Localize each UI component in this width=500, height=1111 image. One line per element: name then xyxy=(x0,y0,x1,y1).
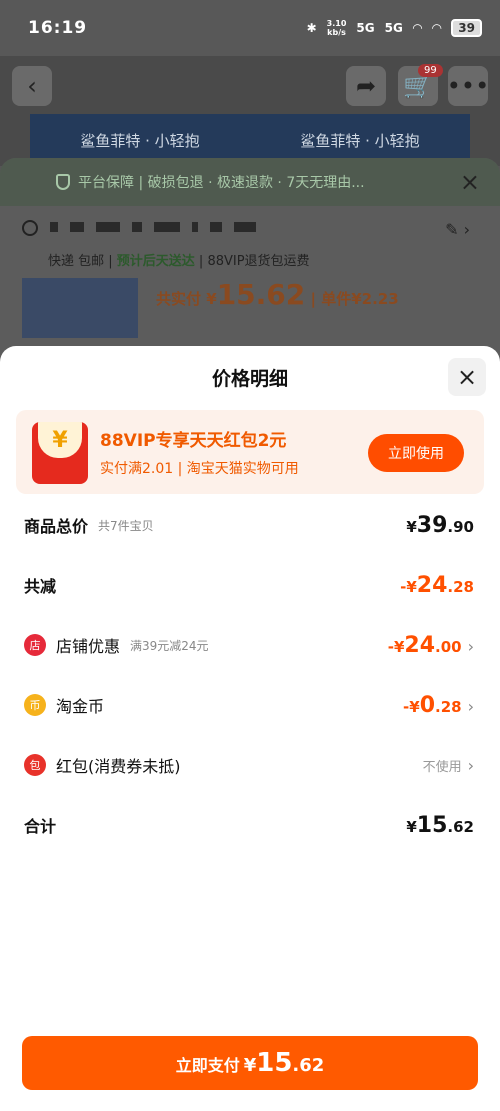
store-discount-label: 店铺优惠 xyxy=(56,637,121,656)
share-icon[interactable]: ➦ xyxy=(346,66,386,106)
grand-total-value: ¥15.62 xyxy=(406,812,474,838)
order-sheet: 平台保障 | 破损包退 · 极速退款 · 7天无理由... × ✎ › 快递 包… xyxy=(0,158,500,358)
location-icon xyxy=(22,220,38,236)
modal-title: 价格明细 xyxy=(211,368,288,390)
promo-subtitle: 实付满2.01 | 淘宝天猫实物可用 xyxy=(100,461,299,477)
shield-icon xyxy=(56,174,70,190)
goods-total-row: 商品总价 共7件宝贝 ¥39.90 xyxy=(24,510,474,540)
red-packet-row[interactable]: 包 红包(消费券未抵) 不使用 › xyxy=(24,750,474,780)
wifi-icon: ◠ xyxy=(412,21,423,35)
bluetooth-icon: ✱ xyxy=(306,21,317,35)
background-product-page: ‹ ➦ 🛒 99 ••• 鲨鱼菲特 · 小轻抱 鲨鱼菲特 · 小轻抱 xyxy=(0,56,500,166)
tao-coin-row[interactable]: 币 淘金币 -¥ 0.28 › xyxy=(24,690,474,720)
price-detail-modal: 价格明细 × ¥ 88VIP专享天天红包2元 实付满2.01 | 淘宝天猫实物可… xyxy=(0,346,500,1111)
red-envelope-icon: ¥ xyxy=(32,422,88,484)
edit-icon[interactable]: ✎ › xyxy=(445,220,470,239)
masked-address xyxy=(50,222,256,232)
battery-icon: 39 xyxy=(451,19,482,37)
more-icon[interactable]: ••• xyxy=(447,66,489,106)
total-discount-row: 共减 -¥ 24.28 xyxy=(24,570,474,600)
address-row[interactable]: ✎ › 快递 包邮 | 预计后天送达 | 88VIP退货包运费 xyxy=(0,206,500,269)
use-now-button[interactable]: 立即使用 xyxy=(368,434,464,472)
red-packet-label: 红包(消费券未抵) xyxy=(56,757,181,776)
goods-total-label: 商品总价 xyxy=(24,517,89,536)
product-price: 共实付 ¥15.62 | 单件¥2.23 xyxy=(156,278,399,311)
store-discount-rule: 满39元减24元 xyxy=(130,638,209,653)
status-time: 16:19 xyxy=(28,18,88,38)
tao-coin-label: 淘金币 xyxy=(56,697,105,716)
product-row: 共实付 ¥15.62 | 单件¥2.23 xyxy=(0,266,500,358)
status-icons: ✱ 3.10 kb/s 5G 5G ◠ ◠ 39 xyxy=(307,19,482,37)
back-icon[interactable]: ‹ xyxy=(12,66,52,106)
chevron-right-icon: › xyxy=(467,636,474,656)
total-discount-value: -¥ 24.28 xyxy=(400,572,474,598)
total-discount-label: 共减 xyxy=(24,577,57,596)
store-discount-value: -¥ 24.00 › xyxy=(387,632,474,658)
close-button[interactable]: × xyxy=(448,358,486,396)
red-packet-value: 不使用 › xyxy=(422,755,474,775)
store-discount-row[interactable]: 店 店铺优惠 满39元减24元 -¥ 24.00 › xyxy=(24,630,474,660)
grand-total-row: 合计 ¥15.62 xyxy=(24,810,474,840)
cart-badge: 99 xyxy=(418,64,443,77)
grand-total-label: 合计 xyxy=(24,817,57,836)
pay-now-button[interactable]: 立即支付 ¥15.62 xyxy=(22,1036,478,1090)
signal-2-icon: 5G xyxy=(384,21,403,35)
red-packet-icon: 包 xyxy=(24,754,46,776)
chevron-right-icon: › xyxy=(467,755,474,775)
network-speed: 3.10 kb/s xyxy=(326,19,347,37)
product-thumbnail xyxy=(22,278,138,338)
goods-total-value: ¥39.90 xyxy=(406,512,474,538)
tao-coin-value: -¥ 0.28 › xyxy=(403,692,474,718)
close-icon: × xyxy=(456,363,478,391)
close-icon[interactable]: × xyxy=(460,168,480,196)
promo-title: 88VIP专享天天红包2元 xyxy=(100,431,287,451)
status-bar: 16:19 ✱ 3.10 kb/s 5G 5G ◠ ◠ 39 xyxy=(0,0,500,56)
chevron-right-icon: › xyxy=(467,696,474,716)
wifi-2-icon: ◠ xyxy=(432,21,442,35)
goods-count: 共7件宝贝 xyxy=(98,518,154,533)
vip-redpacket-promo: ¥ 88VIP专享天天红包2元 实付满2.01 | 淘宝天猫实物可用 立即使用 xyxy=(16,410,484,494)
coin-icon: 币 xyxy=(24,694,46,716)
store-icon: 店 xyxy=(24,634,46,656)
signal-1-icon: 5G xyxy=(356,21,375,35)
platform-guarantee[interactable]: 平台保障 | 破损包退 · 极速退款 · 7天无理由... × xyxy=(0,158,500,206)
